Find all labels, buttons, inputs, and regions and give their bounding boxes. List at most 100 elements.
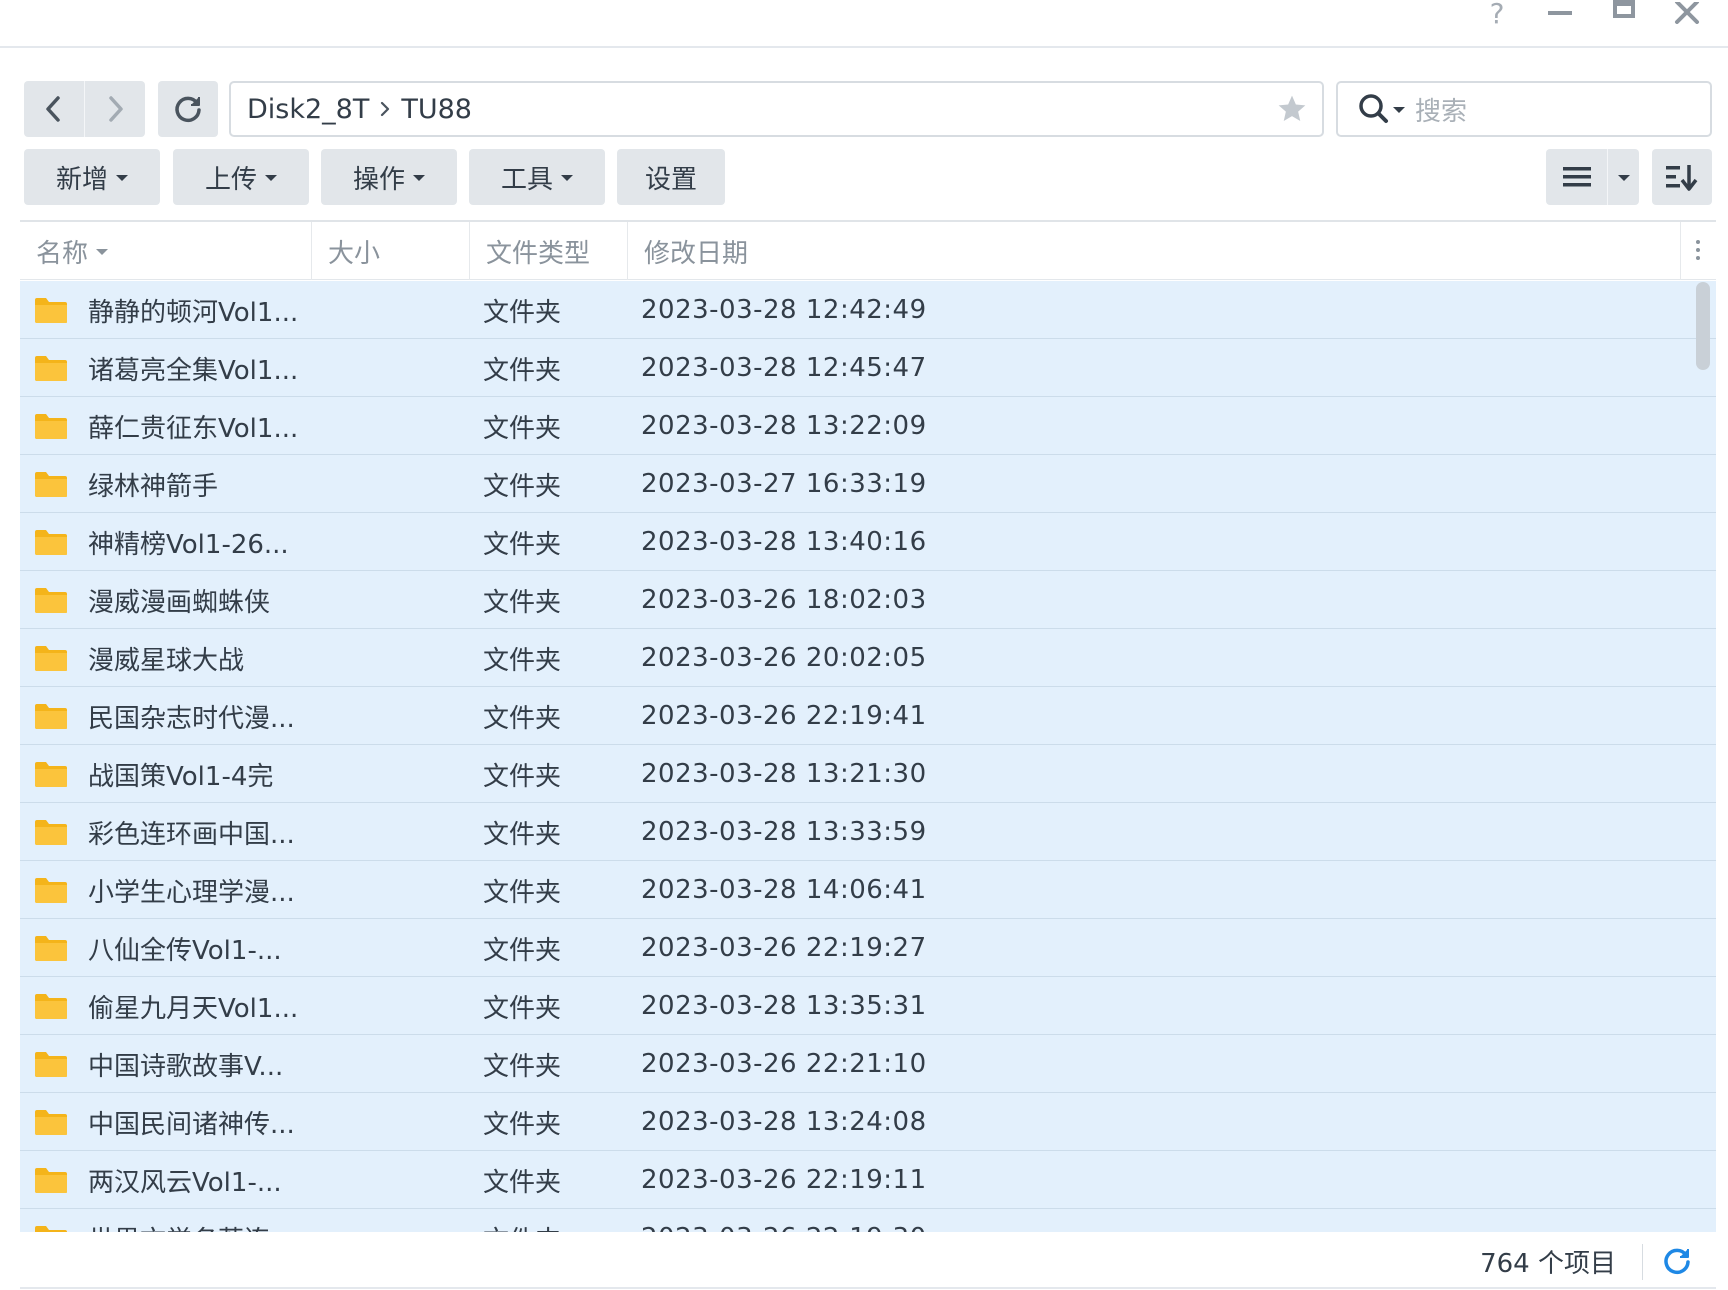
breadcrumb-separator-icon (379, 100, 391, 118)
status-divider (1642, 1244, 1643, 1280)
file-name[interactable]: 中国民间诸神传... (88, 1093, 295, 1151)
window-bottom-border (20, 1287, 1716, 1289)
table-row[interactable]: 战国策Vol1-4完 文件夹 2023-03-28 13:21:30 (20, 745, 1716, 803)
table-row[interactable]: 民国杂志时代漫... 文件夹 2023-03-26 22:19:41 (20, 687, 1716, 745)
back-button[interactable] (24, 81, 84, 137)
file-name[interactable]: 世界文学名著连... (88, 1209, 295, 1233)
folder-icon (34, 745, 68, 803)
file-name[interactable]: 中国诗歌故事V... (88, 1035, 283, 1093)
folder-icon (34, 919, 68, 977)
help-icon[interactable]: ? (1477, 0, 1517, 30)
caret-down-icon (116, 175, 128, 181)
table-row[interactable]: 薛仁贵征东Vol1... 文件夹 2023-03-28 13:22:09 (20, 397, 1716, 455)
refresh-button[interactable] (158, 81, 218, 137)
file-modified-date: 2023-03-26 22:19:27 (641, 933, 927, 963)
column-divider[interactable] (469, 222, 470, 280)
star-icon[interactable] (1276, 93, 1308, 132)
table-row[interactable]: 小学生心理学漫... 文件夹 2023-03-28 14:06:41 (20, 861, 1716, 919)
search-input[interactable]: 搜索 (1415, 91, 1467, 128)
file-name[interactable]: 静静的顿河Vol1... (88, 281, 298, 339)
table-row[interactable]: 漫威漫画蜘蛛侠 文件夹 2023-03-26 18:02:03 (20, 571, 1716, 629)
column-header-type[interactable]: 文件类型 (486, 222, 590, 280)
file-name[interactable]: 绿林神箭手 (88, 455, 218, 513)
folder-icon (34, 1151, 68, 1209)
folder-icon (34, 281, 68, 339)
close-icon[interactable] (1667, 0, 1707, 26)
file-name[interactable]: 偷星九月天Vol1... (88, 977, 298, 1035)
table-row[interactable]: 两汉风云Vol1-... 文件夹 2023-03-26 22:19:11 (20, 1151, 1716, 1209)
scrollbar-thumb[interactable] (1696, 282, 1710, 370)
action-button-label: 操作 (352, 164, 405, 195)
list-view-button[interactable] (1546, 149, 1608, 205)
search-field[interactable]: 搜索 (1336, 81, 1712, 137)
column-menu-icon[interactable] (1696, 240, 1702, 264)
table-row[interactable]: 偷星九月天Vol1... 文件夹 2023-03-28 13:35:31 (20, 977, 1716, 1035)
file-name[interactable]: 诸葛亮全集Vol1... (88, 339, 298, 397)
tools-button[interactable]: 工具 (469, 149, 605, 205)
file-name[interactable]: 漫威漫画蜘蛛侠 (88, 571, 270, 629)
file-modified-date: 2023-03-26 20:02:05 (641, 643, 927, 673)
list-view-icon (1562, 167, 1591, 187)
table-row[interactable]: 八仙全传Vol1-... 文件夹 2023-03-26 22:19:27 (20, 919, 1716, 977)
search-options-caret-icon[interactable] (1393, 107, 1405, 113)
table-row[interactable]: 中国民间诸神传... 文件夹 2023-03-28 13:24:08 (20, 1093, 1716, 1151)
file-name[interactable]: 漫威星球大战 (88, 629, 244, 687)
column-header-modified[interactable]: 修改日期 (644, 222, 748, 280)
file-modified-date: 2023-03-26 18:02:03 (641, 585, 927, 615)
file-name[interactable]: 民国杂志时代漫... (88, 687, 295, 745)
file-modified-date: 2023-03-28 13:33:59 (641, 817, 927, 847)
file-type: 文件夹 (483, 703, 562, 734)
folder-icon (34, 977, 68, 1035)
chevron-left-icon (46, 96, 60, 122)
column-divider[interactable] (311, 222, 312, 280)
status-refresh-button[interactable] (1662, 1232, 1692, 1290)
upload-button[interactable]: 上传 (173, 149, 309, 205)
file-name[interactable]: 神精榜Vol1-26... (88, 513, 289, 571)
breadcrumb-segment[interactable]: Disk2_8T (247, 94, 369, 125)
column-divider[interactable] (1680, 222, 1681, 280)
table-row[interactable]: 静静的顿河Vol1... 文件夹 2023-03-28 12:42:49 (20, 281, 1716, 339)
new-button[interactable]: 新增 (24, 149, 160, 205)
file-name[interactable]: 战国策Vol1-4完 (88, 745, 273, 803)
chevron-right-icon (108, 96, 123, 122)
column-header-name[interactable]: 名称 (36, 222, 109, 280)
file-name[interactable]: 两汉风云Vol1-... (88, 1151, 282, 1209)
folder-icon (34, 1093, 68, 1151)
file-modified-date: 2023-03-26 22:19:30 (641, 1209, 927, 1232)
file-name[interactable]: 彩色连环画中国... (88, 803, 295, 861)
file-modified-date: 2023-03-26 22:21:10 (641, 1049, 927, 1079)
file-name[interactable]: 八仙全传Vol1-... (88, 919, 282, 977)
file-type: 文件夹 (483, 993, 562, 1024)
table-row[interactable]: 诸葛亮全集Vol1... 文件夹 2023-03-28 12:45:47 (20, 339, 1716, 397)
action-button[interactable]: 操作 (321, 149, 457, 205)
file-name[interactable]: 薛仁贵征东Vol1... (88, 397, 298, 455)
refresh-icon (1664, 1248, 1690, 1275)
file-type: 文件夹 (483, 355, 562, 386)
folder-icon (34, 1035, 68, 1093)
column-header-type-label: 文件类型 (486, 238, 591, 269)
forward-button[interactable] (84, 81, 144, 137)
file-type: 文件夹 (483, 297, 562, 328)
sort-button[interactable] (1652, 149, 1712, 205)
path-bar[interactable]: Disk2_8T TU88 (229, 81, 1324, 137)
table-row[interactable]: 漫威星球大战 文件夹 2023-03-26 20:02:05 (20, 629, 1716, 687)
view-mode-dropdown[interactable] (1608, 149, 1639, 205)
table-row[interactable]: 中国诗歌故事V... 文件夹 2023-03-26 22:21:10 (20, 1035, 1716, 1093)
table-row[interactable]: 神精榜Vol1-26... 文件夹 2023-03-28 13:40:16 (20, 513, 1716, 571)
file-name[interactable]: 小学生心理学漫... (88, 861, 295, 919)
folder-icon (34, 397, 68, 455)
help-label: ? (1489, 0, 1505, 30)
settings-button[interactable]: 设置 (617, 149, 725, 205)
column-header-size[interactable]: 大小 (328, 222, 380, 280)
column-divider[interactable] (627, 222, 628, 280)
minimize-icon[interactable] (1540, 0, 1580, 26)
file-type: 文件夹 (483, 1109, 562, 1140)
table-row[interactable]: 彩色连环画中国... 文件夹 2023-03-28 13:33:59 (20, 803, 1716, 861)
breadcrumb-segment[interactable]: TU88 (401, 94, 472, 125)
file-type: 文件夹 (483, 471, 562, 502)
table-row[interactable]: 绿林神箭手 文件夹 2023-03-27 16:33:19 (20, 455, 1716, 513)
file-type: 文件夹 (483, 1167, 562, 1198)
folder-icon (34, 861, 68, 919)
maximize-icon[interactable] (1604, 0, 1644, 26)
table-row[interactable]: 世界文学名著连... 文件夹 2023-03-26 22:19:30 (20, 1209, 1716, 1232)
